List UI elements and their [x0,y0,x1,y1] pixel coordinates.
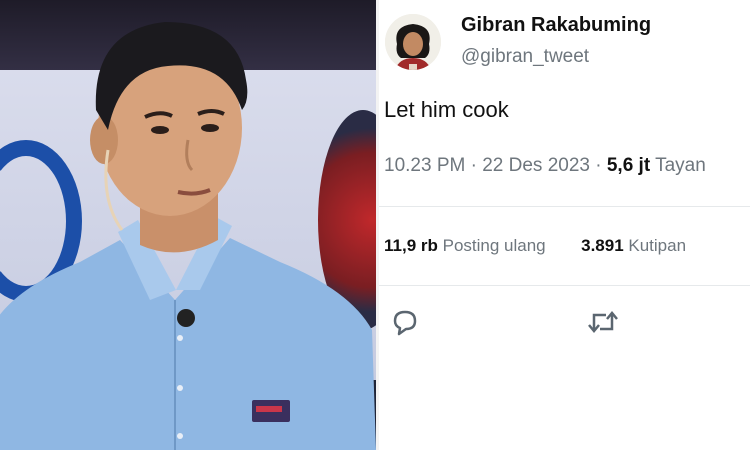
author-name[interactable]: Gibran Rakabuming [461,14,651,37]
tweet-metadata: 10.23 PM · 22 Des 2023 · 5,6 jt Tayan [384,155,706,177]
tweet-card: Gibran Rakabuming @gibran_tweet Let him … [379,0,750,450]
tweet-text: Let him cook [384,97,509,122]
tweet-date[interactable]: 22 Des 2023 [482,155,590,176]
person-figure [0,22,376,450]
tweet-time[interactable]: 10.23 PM [384,155,465,176]
reposts-count: 11,9 rb [384,236,438,255]
retweet-icon[interactable] [586,306,620,338]
engagement-stats: 11,9 rb Posting ulang 3.891 Kutipan [384,236,686,256]
meta-separator: · [595,155,607,176]
quotes-label: Kutipan [628,236,687,255]
views-label: Tayan [655,155,706,176]
avatar-image [385,14,441,70]
divider-line [379,285,750,286]
news-photo [0,0,376,450]
views-count: 5,6 jt [606,155,651,176]
reposts-stat[interactable]: 11,9 rb Posting ulang [384,236,550,255]
divider-line [379,206,750,207]
author-handle[interactable]: @gibran_tweet [461,46,589,68]
reposts-label: Posting ulang [442,236,546,255]
reply-icon[interactable] [389,306,421,338]
avatar[interactable] [385,14,441,70]
quotes-count: 3.891 [581,236,624,255]
meta-separator: · [470,155,483,176]
quotes-stat[interactable]: 3.891 Kutipan [581,236,686,255]
